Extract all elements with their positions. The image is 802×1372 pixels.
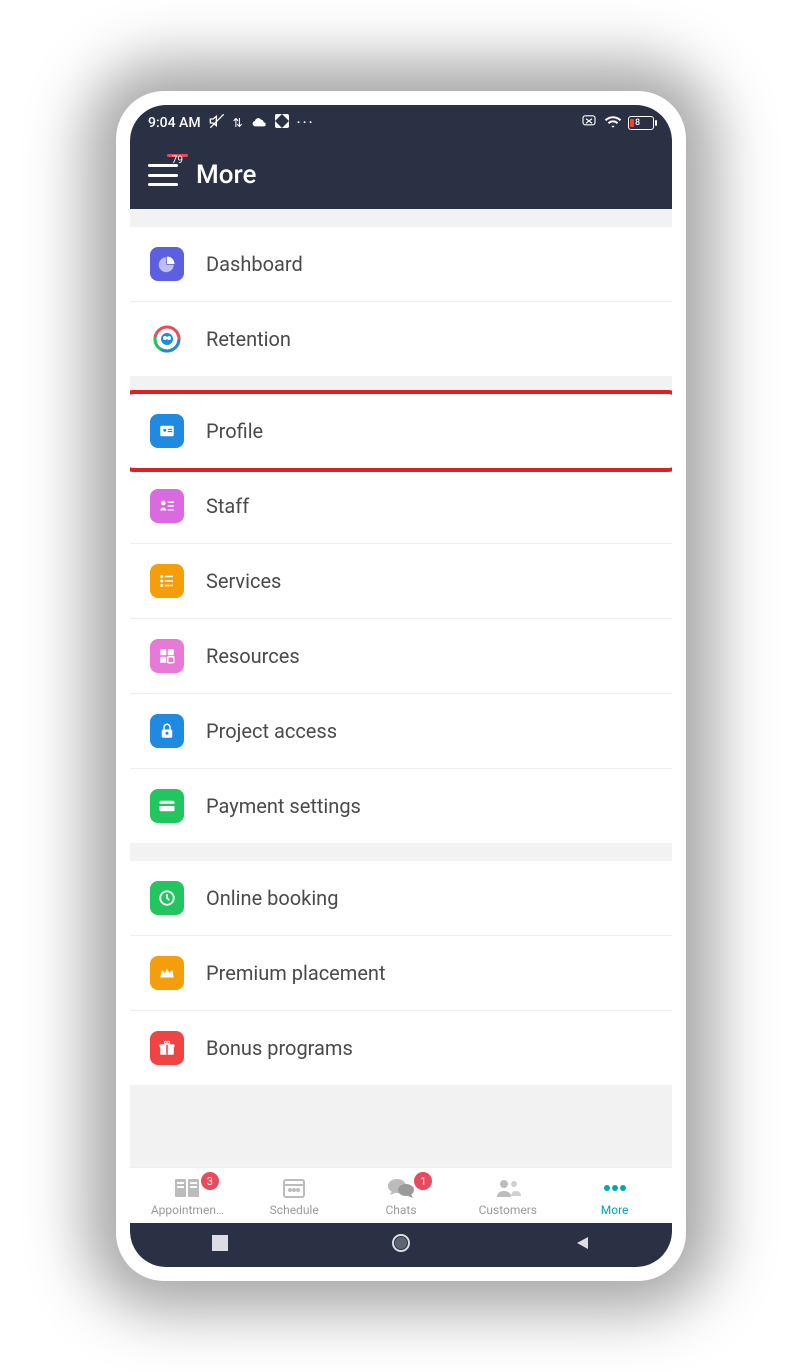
menu-label: Resources bbox=[206, 644, 300, 668]
wifi-icon bbox=[604, 114, 622, 132]
nav-customers[interactable]: Customers bbox=[454, 1176, 561, 1217]
menu-item-services[interactable]: Services bbox=[130, 544, 672, 619]
nav-label: Customers bbox=[479, 1203, 537, 1217]
menu-label: Dashboard bbox=[206, 252, 303, 276]
cloud-icon bbox=[251, 115, 267, 131]
mute-icon bbox=[209, 113, 225, 133]
nav-label: Appointmen… bbox=[151, 1203, 224, 1217]
crown-icon bbox=[150, 956, 184, 990]
phone-frame: 9:04 AM ⇅ ··· bbox=[116, 91, 686, 1281]
nav-label: Chats bbox=[385, 1203, 416, 1217]
menu-item-bonus-programs[interactable]: Bonus programs bbox=[130, 1011, 672, 1085]
menu-label: Services bbox=[206, 569, 281, 593]
gift-icon bbox=[150, 1031, 184, 1065]
android-recent-button[interactable] bbox=[212, 1235, 228, 1255]
menu-list[interactable]: Dashboard Retention Profile bbox=[130, 209, 672, 1167]
nav-more[interactable]: More bbox=[561, 1176, 668, 1217]
profile-card-icon bbox=[150, 414, 184, 448]
phone-screen: 9:04 AM ⇅ ··· bbox=[130, 105, 672, 1267]
menu-label: Profile bbox=[206, 419, 263, 443]
android-home-button[interactable] bbox=[391, 1233, 411, 1257]
chats-icon bbox=[387, 1176, 415, 1200]
app-icon bbox=[275, 114, 289, 132]
nav-label: More bbox=[601, 1203, 629, 1217]
lock-icon bbox=[150, 714, 184, 748]
sync-icon: ⇅ bbox=[233, 116, 243, 130]
app-header: 79 More bbox=[130, 141, 672, 209]
battery-icon: 8 bbox=[628, 116, 654, 130]
retention-icon bbox=[150, 322, 184, 356]
vibrate-icon bbox=[580, 114, 598, 132]
android-nav-bar bbox=[130, 1223, 672, 1267]
nav-label: Schedule bbox=[270, 1203, 319, 1217]
menu-item-dashboard[interactable]: Dashboard bbox=[130, 227, 672, 302]
menu-badge: 79 bbox=[167, 154, 188, 157]
menu-item-project-access[interactable]: Project access bbox=[130, 694, 672, 769]
menu-label: Bonus programs bbox=[206, 1036, 353, 1060]
customers-icon bbox=[494, 1176, 522, 1200]
menu-label: Project access bbox=[206, 719, 337, 743]
page-title: More bbox=[196, 160, 256, 190]
android-back-button[interactable] bbox=[574, 1235, 590, 1255]
list-icon bbox=[150, 564, 184, 598]
schedule-icon bbox=[280, 1176, 308, 1200]
menu-item-profile[interactable]: Profile bbox=[130, 394, 672, 469]
menu-label: Staff bbox=[206, 494, 249, 518]
status-bar: 9:04 AM ⇅ ··· bbox=[130, 105, 672, 141]
nav-badge: 1 bbox=[414, 1172, 432, 1190]
more-icon bbox=[601, 1176, 629, 1200]
more-status-icon: ··· bbox=[297, 115, 315, 131]
nav-chats[interactable]: 1 Chats bbox=[348, 1176, 455, 1217]
status-time: 9:04 AM bbox=[148, 115, 201, 131]
menu-label: Retention bbox=[206, 327, 291, 351]
nav-schedule[interactable]: Schedule bbox=[241, 1176, 348, 1217]
menu-item-retention[interactable]: Retention bbox=[130, 302, 672, 376]
pie-chart-icon bbox=[150, 247, 184, 281]
menu-item-staff[interactable]: Staff bbox=[130, 469, 672, 544]
staff-list-icon bbox=[150, 489, 184, 523]
appointments-icon bbox=[173, 1176, 201, 1200]
card-icon bbox=[150, 789, 184, 823]
menu-item-online-booking[interactable]: Online booking bbox=[130, 861, 672, 936]
menu-label: Payment settings bbox=[206, 794, 361, 818]
menu-label: Online booking bbox=[206, 886, 338, 910]
bottom-nav: 3 Appointmen… Schedule 1 Chats bbox=[130, 1167, 672, 1223]
menu-item-premium-placement[interactable]: Premium placement bbox=[130, 936, 672, 1011]
grid-icon bbox=[150, 639, 184, 673]
nav-appointments[interactable]: 3 Appointmen… bbox=[134, 1176, 241, 1217]
clock-icon bbox=[150, 881, 184, 915]
hamburger-menu-button[interactable]: 79 bbox=[148, 164, 178, 186]
menu-label: Premium placement bbox=[206, 961, 386, 985]
nav-badge: 3 bbox=[201, 1172, 219, 1190]
menu-item-resources[interactable]: Resources bbox=[130, 619, 672, 694]
menu-item-payment-settings[interactable]: Payment settings bbox=[130, 769, 672, 843]
